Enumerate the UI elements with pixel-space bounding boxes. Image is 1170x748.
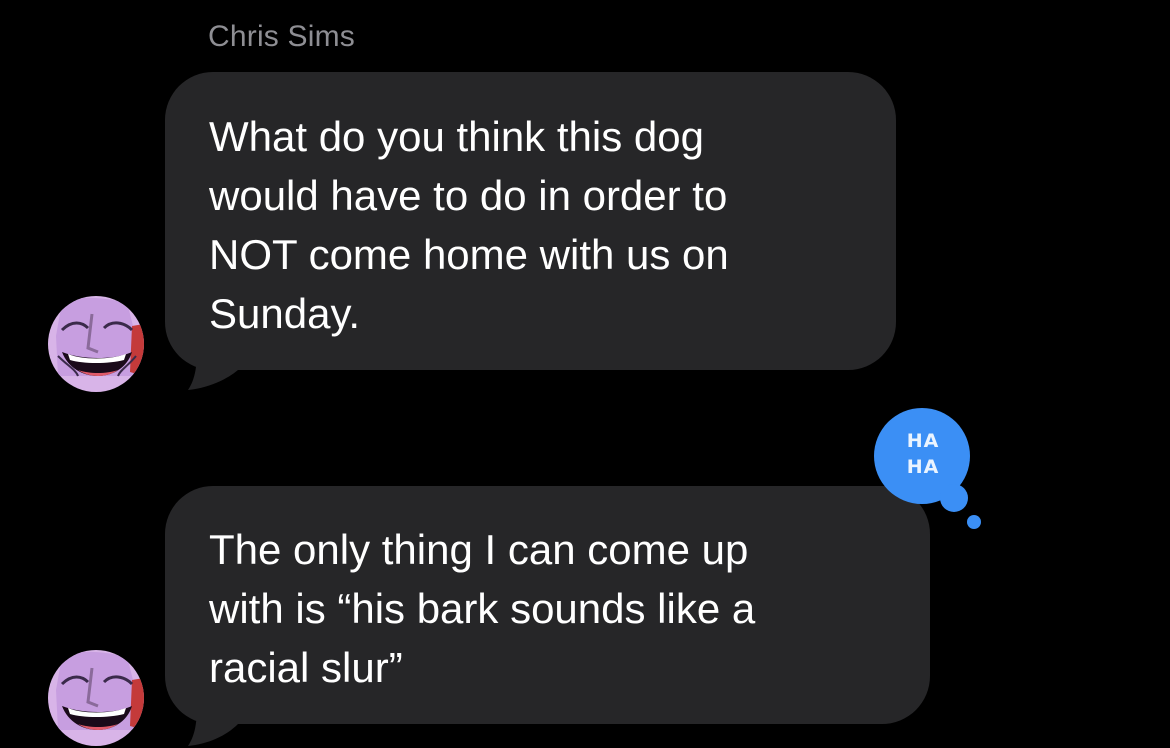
contact-avatar[interactable] [48,296,144,392]
message-text: The only thing I can come up with is “hi… [209,526,756,691]
tapback-haha-line1: HA [906,430,940,452]
incoming-message-bubble[interactable]: The only thing I can come up with is “hi… [165,486,930,724]
bubble-tail [188,340,238,390]
message-thread: Chris Sims What do you think this dog wo… [0,0,1170,748]
laughing-face-icon [48,296,144,392]
incoming-message-bubble[interactable]: What do you think this dog would have to… [165,72,896,370]
sender-name: Chris Sims [208,20,356,53]
tapback-haha-line2: HA [906,456,940,478]
laughing-face-icon [48,650,144,746]
haha-tapback-reaction[interactable]: HA HA [868,400,988,540]
message-text: What do you think this dog would have to… [209,113,729,337]
bubble-tail [188,696,238,746]
contact-avatar[interactable] [48,650,144,746]
